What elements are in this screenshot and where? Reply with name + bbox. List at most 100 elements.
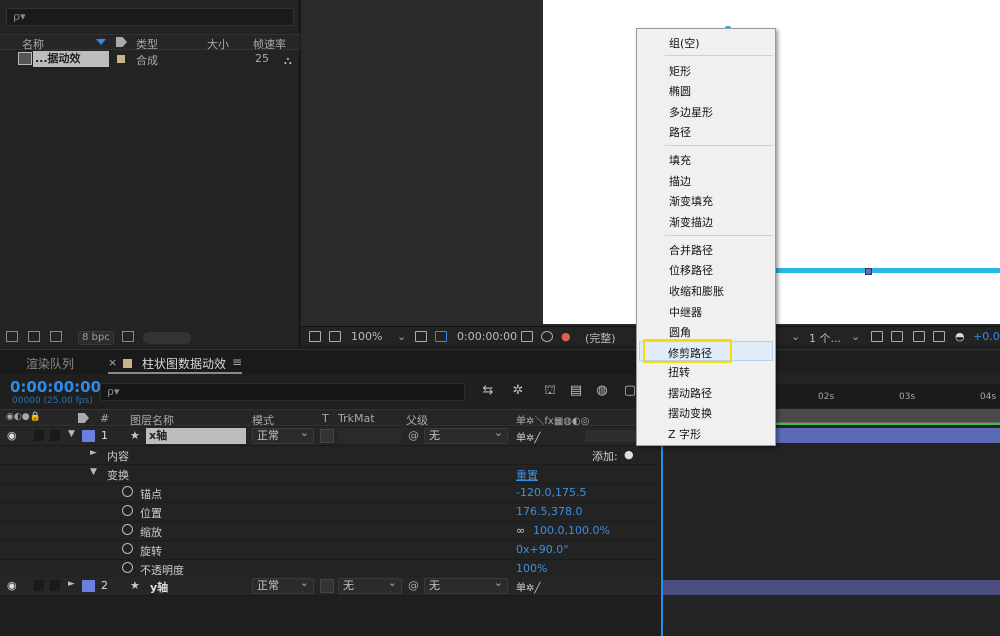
layer-switch-slots[interactable]: [585, 430, 637, 442]
av-switches-icon[interactable]: ◉◐●🔒: [6, 412, 41, 422]
comp-mini-flowchart-icon[interactable]: ⇆: [480, 384, 496, 398]
menu-item-pucker-bloat[interactable]: 收缩和膨胀: [669, 283, 724, 299]
expand-layer-icon[interactable]: ►: [68, 579, 75, 589]
close-tab-icon[interactable]: ×: [108, 356, 117, 369]
col-trkmat[interactable]: TrkMat: [338, 412, 375, 425]
channel-icon[interactable]: ●: [561, 330, 571, 343]
menu-item-fill[interactable]: 填充: [669, 152, 691, 168]
draft-3d-icon[interactable]: ✲: [510, 384, 526, 398]
expand-transform-icon[interactable]: ▼: [90, 467, 97, 477]
menu-item-repeater[interactable]: 中继器: [669, 304, 702, 320]
monitor-icon[interactable]: [329, 331, 341, 342]
parent-select[interactable]: 无: [424, 576, 508, 594]
layer-switches[interactable]: 单✲╱: [516, 579, 540, 594]
views-chevron-icon[interactable]: ⌄: [851, 330, 860, 343]
pick-whip-icon[interactable]: @: [408, 429, 419, 442]
always-preview-icon[interactable]: [309, 331, 321, 342]
menu-item-twist[interactable]: 扭转: [668, 364, 690, 380]
motion-blur-icon[interactable]: ◍: [594, 384, 610, 398]
menu-item-ellipse[interactable]: 椭圆: [669, 83, 691, 99]
preserve-transparency-checkbox[interactable]: [320, 429, 334, 443]
menu-item-merge-paths[interactable]: 合并路径: [669, 242, 713, 258]
comp-flowchart-icon[interactable]: [933, 331, 945, 342]
lock-switch[interactable]: [50, 430, 60, 441]
menu-item-wiggle-paths[interactable]: 摆动路径: [668, 385, 712, 401]
viewer-timecode[interactable]: 0:00:00:00: [457, 330, 517, 343]
exposure-value[interactable]: +0.0: [973, 330, 1000, 343]
scale-row[interactable]: 缩放 ∞ 100.0,100.0%: [0, 522, 660, 541]
scale-value[interactable]: 100.0,100.0%: [533, 524, 610, 537]
stopwatch-icon[interactable]: [122, 524, 133, 535]
stopwatch-icon[interactable]: [122, 505, 133, 516]
new-folder-icon[interactable]: [28, 331, 40, 342]
col-type[interactable]: 类型: [136, 36, 158, 52]
zoom-chevron-icon[interactable]: ⌄: [397, 330, 406, 343]
zoom-select[interactable]: 100%: [351, 330, 382, 343]
position-value[interactable]: 176.5,378.0: [516, 505, 582, 518]
anchor-handle[interactable]: [865, 268, 872, 275]
parent-select[interactable]: 无: [424, 426, 508, 444]
col-parent[interactable]: 父级: [406, 412, 428, 428]
label-color[interactable]: [117, 55, 125, 63]
expand-contents-icon[interactable]: ►: [90, 448, 97, 458]
layer-label-color[interactable]: [82, 580, 95, 592]
col-fps[interactable]: 帧速率: [253, 36, 286, 52]
layer-name[interactable]: y轴: [150, 579, 168, 595]
visibility-eye-icon[interactable]: ◉: [7, 579, 17, 592]
trkmat-slot[interactable]: [338, 429, 402, 443]
timeline-flow-icon[interactable]: [913, 331, 925, 342]
project-item-row[interactable]: ...据动效 合成 25 ⛬: [0, 51, 300, 68]
x-axis-stroke[interactable]: [770, 268, 1000, 273]
solo-switch[interactable]: [34, 580, 44, 591]
blend-mode-select[interactable]: 正常: [252, 426, 314, 444]
bit-depth-button[interactable]: 8 bpc: [78, 331, 114, 345]
visibility-eye-icon[interactable]: ◉: [7, 429, 17, 442]
menu-item-group[interactable]: 组(空): [669, 35, 700, 51]
shy-icon[interactable]: ⛫: [542, 384, 558, 398]
layer-label-color[interactable]: [82, 430, 95, 442]
opacity-value[interactable]: 100%: [516, 562, 547, 575]
resolution-select[interactable]: (完整): [585, 330, 616, 346]
menu-item-path[interactable]: 路径: [669, 124, 691, 140]
reset-link[interactable]: 重置: [516, 467, 538, 483]
pick-whip-icon[interactable]: @: [408, 579, 419, 592]
contents-row[interactable]: ► 内容 添加: ●: [0, 446, 660, 465]
contents-label[interactable]: 内容: [107, 448, 129, 464]
stopwatch-icon[interactable]: [122, 486, 133, 497]
interpret-footage-icon[interactable]: [6, 331, 18, 342]
stopwatch-icon[interactable]: [122, 562, 133, 573]
add-menu-icon[interactable]: ●: [624, 448, 634, 461]
expand-layer-icon[interactable]: ▼: [68, 429, 75, 439]
layer-name[interactable]: x轴: [146, 428, 246, 444]
resolution-chevron-icon[interactable]: ⌄: [791, 330, 800, 343]
col-name[interactable]: 名称: [22, 36, 44, 52]
new-comp-icon[interactable]: [50, 331, 62, 342]
project-scrollbar[interactable]: [143, 332, 191, 344]
transform-row[interactable]: ▼ 变换 重置: [0, 465, 660, 484]
rotation-value[interactable]: 0x+90.0°: [516, 543, 569, 556]
rotation-row[interactable]: 旋转 0x+90.0°: [0, 541, 660, 560]
reset-exposure-icon[interactable]: ◓: [955, 330, 965, 343]
col-layer-name[interactable]: 图层名称: [130, 412, 174, 428]
menu-item-round-corners[interactable]: 圆角: [669, 324, 691, 340]
menu-item-rectangle[interactable]: 矩形: [669, 63, 691, 79]
tab-menu-icon[interactable]: ≡: [232, 355, 242, 369]
grid-icon[interactable]: [415, 331, 427, 342]
timeline-search-input[interactable]: ρ▾: [100, 383, 465, 401]
layer-switches-icon[interactable]: 单✲＼fx▦◍◐◎: [516, 412, 589, 427]
timeline-timecode[interactable]: 0:00:00:00: [10, 378, 101, 396]
snapshot-icon[interactable]: [521, 331, 533, 342]
fast-preview-icon[interactable]: [891, 331, 903, 342]
position-row[interactable]: 位置 176.5,378.0: [0, 503, 660, 522]
menu-item-zig-zag[interactable]: Z 字形: [668, 426, 701, 442]
frame-blending-icon[interactable]: ▤: [568, 384, 584, 398]
show-snapshot-icon[interactable]: [541, 331, 553, 342]
toggle-transparency-icon[interactable]: [871, 331, 883, 342]
menu-item-stroke[interactable]: 描边: [669, 173, 691, 189]
lock-switch[interactable]: [50, 580, 60, 591]
trash-icon[interactable]: [122, 331, 134, 342]
menu-item-wiggle-transform[interactable]: 摆动变换: [668, 405, 712, 421]
layer-row-2[interactable]: ◉ ► 2 ★ y轴 正常 无 @ 无 单✲╱: [0, 576, 660, 596]
menu-item-offset-paths[interactable]: 位移路径: [669, 262, 713, 278]
col-size[interactable]: 大小: [207, 36, 229, 52]
